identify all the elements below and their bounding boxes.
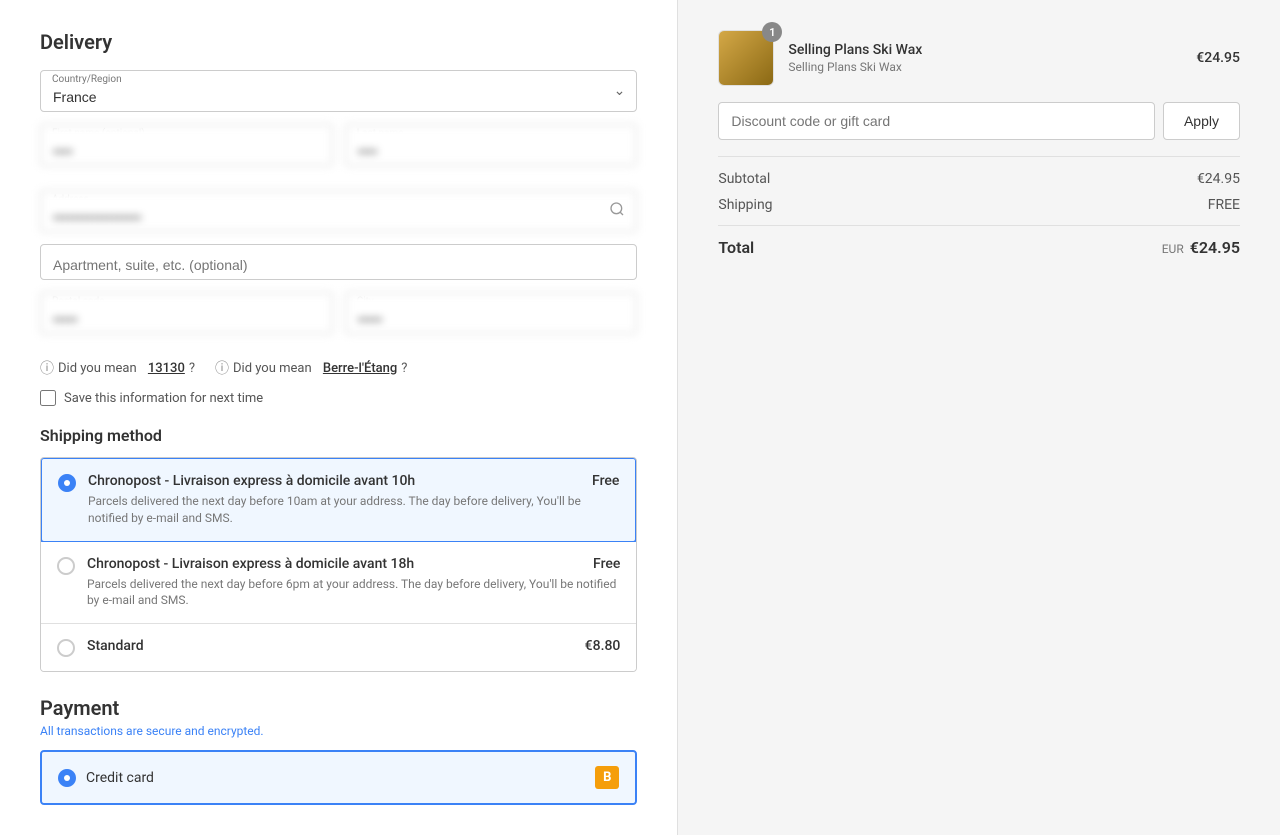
- info-icon-postal: ⓘ: [40, 358, 54, 378]
- subtotal-row: Subtotal €24.95: [718, 171, 1240, 187]
- save-info-label: Save this information for next time: [64, 391, 263, 406]
- postal-suggestion-link[interactable]: 13130: [148, 361, 185, 376]
- total-right: EUR €24.95: [1162, 238, 1240, 257]
- discount-row: Apply: [718, 102, 1240, 140]
- shipping-option-0-desc: Parcels delivered the next day before 10…: [88, 493, 619, 527]
- credit-card-label: Credit card: [86, 770, 154, 786]
- left-panel: Delivery Country/Region France ⌄ First n…: [0, 0, 678, 835]
- cc-radio: [58, 769, 76, 787]
- shipping-option-1-price: Free: [593, 556, 620, 572]
- product-price: €24.95: [1196, 50, 1240, 66]
- postal-suggestion: ⓘ Did you mean 13130?: [40, 358, 195, 378]
- apply-button[interactable]: Apply: [1163, 102, 1240, 140]
- product-variant: Selling Plans Ski Wax: [788, 60, 1196, 74]
- cc-badge: B: [595, 766, 619, 789]
- delivery-title: Delivery: [40, 30, 637, 54]
- product-info: Selling Plans Ski Wax Selling Plans Ski …: [788, 42, 1196, 74]
- shipping-label: Shipping: [718, 197, 772, 213]
- shipping-value: FREE: [1208, 197, 1240, 213]
- shipping-option-2-content: Standard €8.80: [87, 638, 620, 654]
- shipping-option-0[interactable]: Chronopost - Livraison express à domicil…: [40, 457, 637, 543]
- cc-left: Credit card: [58, 769, 154, 787]
- shipping-option-2-name: Standard: [87, 638, 144, 654]
- shipping-radio-0: [58, 474, 76, 492]
- address-suggestions: ⓘ Did you mean 13130? ⓘ Did you mean Ber…: [40, 358, 637, 378]
- shipping-option-2-price: €8.80: [585, 638, 621, 654]
- last-name-field[interactable]: Last name: [345, 124, 638, 166]
- address-input[interactable]: [40, 190, 637, 232]
- city-input[interactable]: [345, 292, 638, 334]
- country-region-field[interactable]: Country/Region France ⌄: [40, 70, 637, 112]
- right-panel: 1 Selling Plans Ski Wax Selling Plans Sk…: [678, 0, 1280, 835]
- subtotal-value: €24.95: [1197, 171, 1240, 187]
- city-did-you-mean-text: Did you mean: [233, 361, 312, 376]
- shipping-option-0-top: Chronopost - Livraison express à domicil…: [88, 473, 619, 489]
- address-field[interactable]: Address: [40, 190, 637, 232]
- shipping-option-0-price: Free: [592, 473, 619, 489]
- payment-subtitle: All transactions are secure and encrypte…: [40, 724, 637, 738]
- apartment-field[interactable]: [40, 244, 637, 280]
- city-field[interactable]: City: [345, 292, 638, 334]
- city-suggestion: ⓘ Did you mean Berre-l'Étang?: [215, 358, 407, 378]
- shipping-option-2[interactable]: Standard €8.80: [41, 624, 636, 671]
- postal-code-input[interactable]: [40, 292, 333, 334]
- subtotal-label: Subtotal: [718, 171, 770, 187]
- save-info-checkbox[interactable]: [40, 390, 56, 406]
- credit-card-option[interactable]: Credit card B: [40, 750, 637, 805]
- shipping-option-2-top: Standard €8.80: [87, 638, 620, 654]
- info-icon-city: ⓘ: [215, 358, 229, 378]
- postal-city-row: Postal code City: [40, 292, 637, 346]
- payment-title: Payment: [40, 696, 637, 720]
- shipping-option-1[interactable]: Chronopost - Livraison express à domicil…: [41, 542, 636, 625]
- postal-did-you-mean-text: Did you mean: [58, 361, 137, 376]
- shipping-option-1-desc: Parcels delivered the next day before 6p…: [87, 576, 620, 610]
- shipping-method-title: Shipping method: [40, 426, 637, 445]
- first-name-field[interactable]: First name (optional): [40, 124, 333, 166]
- shipping-row: Shipping FREE: [718, 197, 1240, 213]
- city-suggestion-link[interactable]: Berre-l'Étang: [323, 361, 397, 376]
- shipping-option-0-name: Chronopost - Livraison express à domicil…: [88, 473, 415, 489]
- save-info-row: Save this information for next time: [40, 390, 637, 406]
- product-name: Selling Plans Ski Wax: [788, 42, 1196, 58]
- shipping-options-list: Chronopost - Livraison express à domicil…: [40, 457, 637, 672]
- country-select[interactable]: France: [40, 70, 637, 112]
- shipping-option-1-content: Chronopost - Livraison express à domicil…: [87, 556, 620, 610]
- name-row: First name (optional) Last name: [40, 124, 637, 178]
- discount-input[interactable]: [718, 102, 1155, 140]
- postal-code-field[interactable]: Postal code: [40, 292, 333, 334]
- total-value: €24.95: [1190, 238, 1240, 257]
- total-label: Total: [718, 238, 754, 257]
- total-currency: EUR: [1162, 242, 1184, 256]
- shipping-option-1-top: Chronopost - Livraison express à domicil…: [87, 556, 620, 572]
- last-name-input[interactable]: [345, 124, 638, 166]
- apartment-input[interactable]: [40, 244, 637, 280]
- order-summary: Subtotal €24.95 Shipping FREE Total EUR …: [718, 156, 1240, 257]
- product-quantity-badge: 1: [762, 22, 782, 42]
- shipping-radio-1: [57, 557, 75, 575]
- first-name-input[interactable]: [40, 124, 333, 166]
- total-row: Total EUR €24.95: [718, 225, 1240, 257]
- shipping-radio-2: [57, 639, 75, 657]
- shipping-option-0-content: Chronopost - Livraison express à domicil…: [88, 473, 619, 527]
- product-image-wrap: 1: [718, 30, 774, 86]
- shipping-option-1-name: Chronopost - Livraison express à domicil…: [87, 556, 414, 572]
- product-item: 1 Selling Plans Ski Wax Selling Plans Sk…: [718, 30, 1240, 86]
